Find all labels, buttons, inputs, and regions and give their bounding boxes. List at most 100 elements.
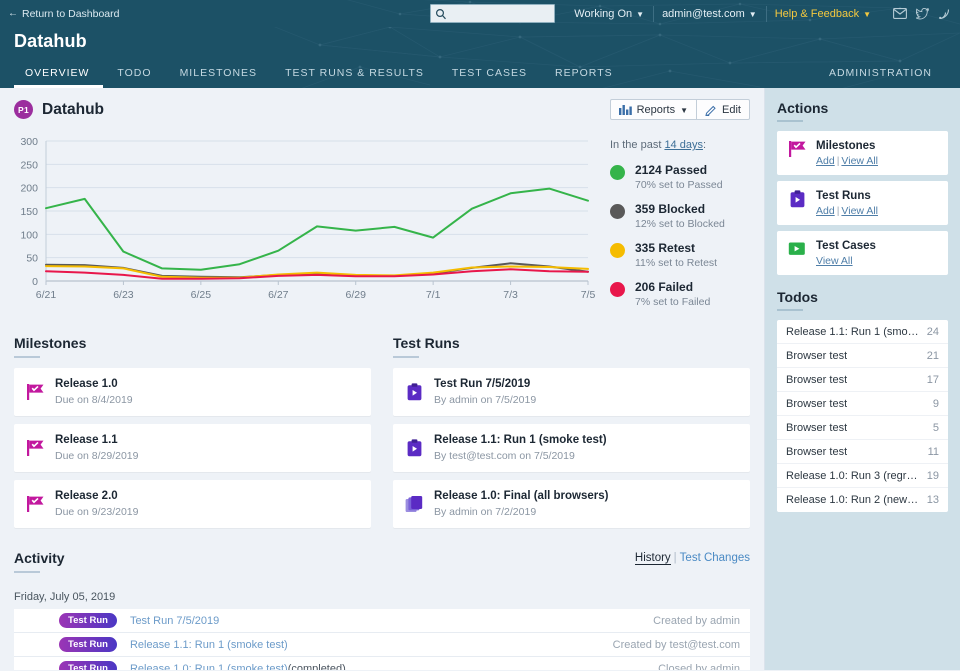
chevron-down-icon: ▼ xyxy=(680,105,689,115)
todo-label: Browser test xyxy=(786,373,848,386)
tab-test-cases[interactable]: TEST CASES xyxy=(438,61,541,88)
milestones-add-link[interactable]: Add xyxy=(816,155,835,167)
tab-todo[interactable]: TODO xyxy=(103,61,165,88)
tab-milestones[interactable]: MILESTONES xyxy=(166,61,272,88)
app-header: Datahub OVERVIEW TODO MILESTONES TEST RU… xyxy=(0,27,960,88)
action-card-milestones: Milestones Add | View All xyxy=(777,131,948,175)
testplan-card[interactable]: Release 1.0: Final (all browsers) By adm… xyxy=(393,480,750,528)
testcases-view-all-link[interactable]: View All xyxy=(816,255,853,267)
activity-link[interactable]: Test Run 7/5/2019 xyxy=(130,615,219,627)
milestone-due: Due on 9/23/2019 xyxy=(55,506,139,518)
activity-link[interactable]: Release 1.0: Run 1 (smoke test)(complete… xyxy=(130,663,346,671)
todo-item[interactable]: Browser test 11 xyxy=(777,440,948,464)
working-on-menu[interactable]: Working On ▼ xyxy=(565,5,653,23)
todo-item[interactable]: Browser test 5 xyxy=(777,416,948,440)
rss-icon[interactable] xyxy=(938,8,950,20)
activity-row[interactable]: Test Run Release 1.1: Run 1 (smoke test)… xyxy=(14,633,750,657)
todo-item[interactable]: Browser test 17 xyxy=(777,368,948,392)
envelope-icon[interactable] xyxy=(893,8,907,19)
milestone-title: Release 1.1 xyxy=(55,434,118,446)
todo-item[interactable]: Browser test 21 xyxy=(777,344,948,368)
todo-item[interactable]: Release 1.1: Run 1 (smoke ... 24 xyxy=(777,320,948,344)
todo-item[interactable]: Release 1.0: Run 2 (new f... 13 xyxy=(777,488,948,512)
passed-dot-icon xyxy=(610,165,625,180)
summary-intro: In the past 14 days: xyxy=(610,139,764,151)
activity-date: Friday, July 05, 2019 xyxy=(14,591,116,603)
svg-text:300: 300 xyxy=(20,136,38,148)
milestone-title: Release 2.0 xyxy=(55,490,118,502)
period-link[interactable]: 14 days xyxy=(664,139,703,151)
testruns-view-all-link[interactable]: View All xyxy=(841,205,878,217)
todo-label: Browser test xyxy=(786,445,848,458)
activity-actor: Closed by admin xyxy=(658,662,740,671)
testplan-meta: By admin on 7/2/2019 xyxy=(434,506,537,518)
return-to-dashboard-link[interactable]: ← Return to Dashboard xyxy=(8,8,119,20)
activity-row[interactable]: Test Run Release 1.0: Run 1 (smoke test)… xyxy=(14,657,750,670)
todo-item[interactable]: Release 1.0: Run 3 (regre... 19 xyxy=(777,464,948,488)
link-separator: | xyxy=(836,155,840,167)
tab-test-runs-results[interactable]: TEST RUNS & RESULTS xyxy=(271,61,438,88)
failed-count: 206 Failed xyxy=(635,280,694,294)
activity-link[interactable]: Release 1.1: Run 1 (smoke test) xyxy=(130,639,288,651)
tab-administration[interactable]: ADMINISTRATION xyxy=(815,61,946,88)
flag-icon xyxy=(24,495,46,513)
test-changes-tab[interactable]: Test Changes xyxy=(680,552,750,564)
testrun-card[interactable]: Release 1.1: Run 1 (smoke test) By test@… xyxy=(393,424,750,472)
action-links: View All xyxy=(816,255,876,267)
legend-item-retest: 335 Retest 11% set to Retest xyxy=(610,241,764,270)
svg-text:7/5: 7/5 xyxy=(581,289,596,301)
project-badge: P1 xyxy=(14,100,33,119)
search-input[interactable] xyxy=(449,7,555,20)
milestone-card[interactable]: Release 2.0 Due on 9/23/2019 xyxy=(14,480,371,528)
milestone-card[interactable]: Release 1.1 Due on 8/29/2019 xyxy=(14,424,371,472)
todo-count: 24 xyxy=(926,325,939,338)
activity-link-text: Release 1.0: Run 1 (smoke test) xyxy=(129,662,288,671)
testrun-title: Release 1.1: Run 1 (smoke test) xyxy=(434,434,607,446)
action-card-test-runs: Test Runs Add | View All xyxy=(777,181,948,225)
tab-reports[interactable]: REPORTS xyxy=(541,61,627,88)
testruns-add-link[interactable]: Add xyxy=(816,205,835,217)
action-title: Milestones xyxy=(816,140,876,152)
testrun-card[interactable]: Test Run 7/5/2019 By admin on 7/5/2019 xyxy=(393,368,750,416)
return-to-dashboard-label: Return to Dashboard xyxy=(22,7,120,20)
activity-section: Activity History | Test Changes Friday, Ju… xyxy=(0,536,764,670)
activity-link-text: Release 1.1: Run 1 (smoke test) xyxy=(129,638,288,651)
reports-button-label: Reports xyxy=(636,103,676,116)
failed-dot-icon xyxy=(610,282,625,297)
todo-count: 9 xyxy=(932,397,939,410)
actions-heading: Actions xyxy=(777,100,829,116)
activity-header: Activity History | Test Changes xyxy=(14,550,750,583)
milestone-card[interactable]: Release 1.0 Due on 8/4/2019 xyxy=(14,368,371,416)
retest-percent: 11% set to Retest xyxy=(635,257,718,269)
reports-button[interactable]: Reports ▼ xyxy=(609,99,698,120)
todo-count: 13 xyxy=(926,494,939,506)
todo-count: 21 xyxy=(926,349,939,362)
milestones-view-all-link[interactable]: View All xyxy=(841,155,878,167)
passed-percent: 70% set to Passed xyxy=(635,179,723,191)
activity-view-switch: History | Test Changes xyxy=(634,550,750,565)
todo-count: 11 xyxy=(927,445,939,458)
account-label: admin@test.com xyxy=(662,7,745,20)
todo-count: 5 xyxy=(932,421,939,434)
activity-row[interactable]: Test Run Test Run 7/5/2019 Created by ad… xyxy=(14,609,750,633)
svg-text:6/25: 6/25 xyxy=(191,289,212,301)
svg-text:7/1: 7/1 xyxy=(426,289,441,301)
blocked-count: 359 Blocked xyxy=(635,202,706,216)
tab-overview[interactable]: OVERVIEW xyxy=(14,61,104,88)
twitter-icon[interactable] xyxy=(916,7,929,20)
svg-text:250: 250 xyxy=(20,159,38,171)
todo-item[interactable]: Browser test 9 xyxy=(777,392,948,416)
svg-text:6/21: 6/21 xyxy=(36,289,57,301)
todos-heading: Todos xyxy=(777,289,818,305)
history-tab[interactable]: History xyxy=(634,552,671,565)
overview-chart-area: 0 50 100 150 200 250 300 6/21 6/23 6/25 6/27 6/29 7/… xyxy=(0,129,764,319)
top-bar-right-cluster: Working On ▼ admin@test.com ▼ Help & Fee… xyxy=(430,4,950,23)
activity-link-text: Test Run 7/5/2019 xyxy=(129,614,220,627)
edit-button[interactable]: Edit xyxy=(697,99,750,120)
svg-text:50: 50 xyxy=(26,253,38,265)
account-menu[interactable]: admin@test.com ▼ xyxy=(653,5,766,23)
search-box[interactable] xyxy=(430,4,556,23)
main-navigation: OVERVIEW TODO MILESTONES TEST RUNS & RES… xyxy=(14,61,960,88)
help-feedback-menu[interactable]: Help & Feedback ▼ xyxy=(765,5,880,23)
top-bar: ← Return to Dashboard Working On ▼ admin… xyxy=(0,0,960,27)
